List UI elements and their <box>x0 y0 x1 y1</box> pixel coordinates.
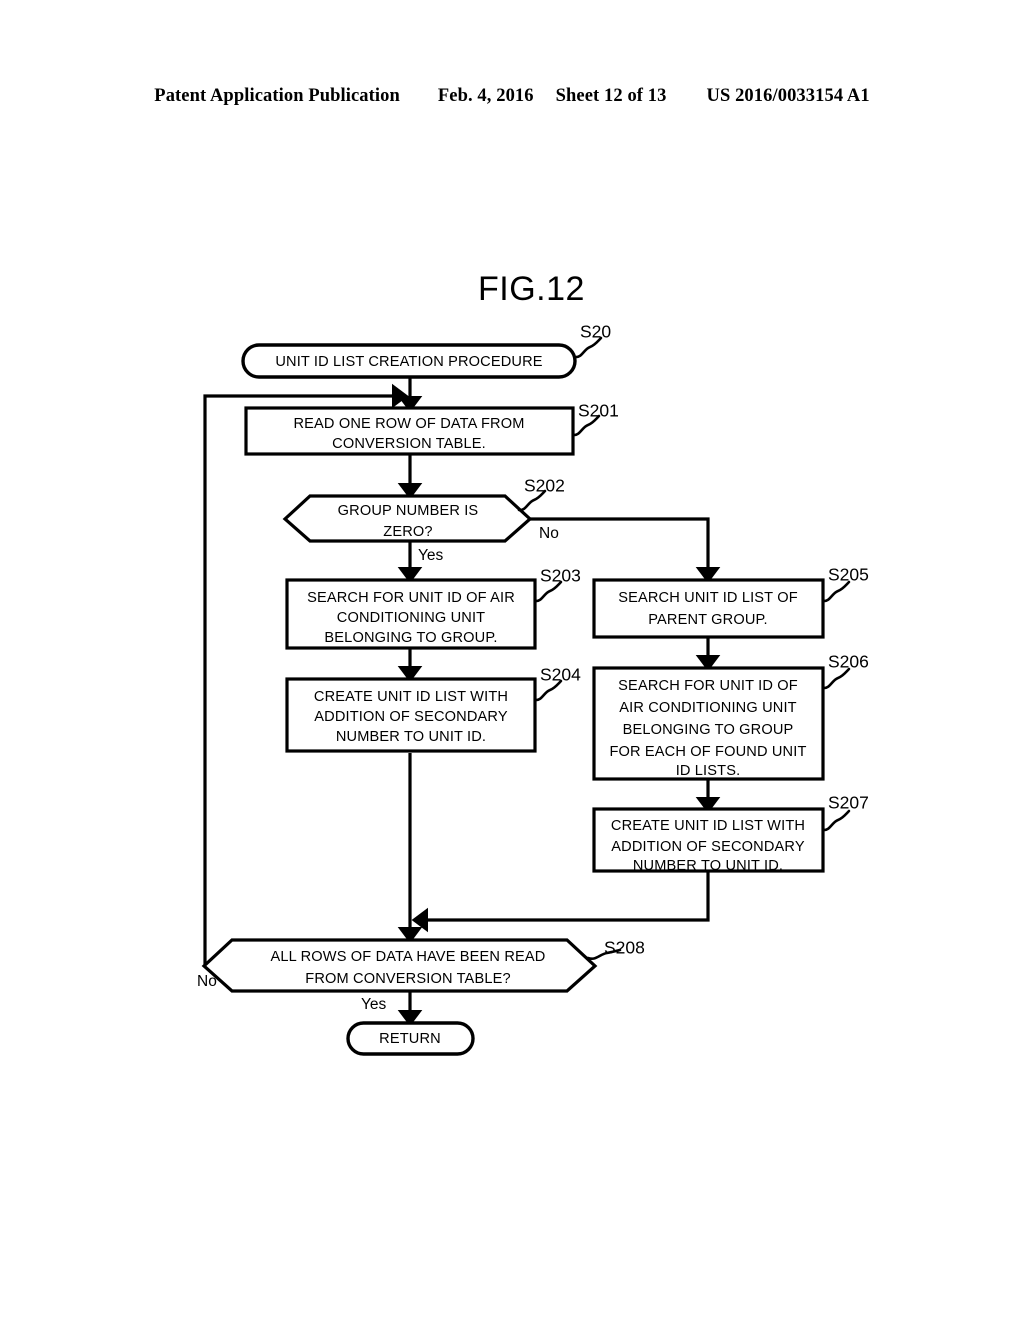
node-s207-leader-line <box>821 809 851 832</box>
node-s203-line-1: SEARCH FOR UNIT ID OF AIR <box>307 590 515 606</box>
node-s201-line-2: CONVERSION TABLE. <box>332 436 486 452</box>
node-s208-step-label: S208 <box>604 938 645 958</box>
patent-page: Patent Application Publication Feb. 4, 2… <box>0 0 1024 1320</box>
edge-s207-to-s208 <box>411 871 710 933</box>
node-s202-line-2: ZERO? <box>383 524 432 540</box>
node-s205[interactable]: SEARCH UNIT ID LIST OF PARENT GROUP. S20… <box>592 565 869 639</box>
node-s208[interactable]: ALL ROWS OF DATA HAVE BEEN READ FROM CON… <box>197 938 645 1013</box>
node-s20-step-label: S20 <box>580 322 611 342</box>
node-s20[interactable]: UNIT ID LIST CREATION PROCEDURE S20 <box>241 322 611 379</box>
node-s206-leader-line <box>821 667 851 690</box>
node-s203[interactable]: SEARCH FOR UNIT ID OF AIR CONDITIONING U… <box>285 566 581 650</box>
node-s206[interactable]: SEARCH FOR UNIT ID OF AIR CONDITIONING U… <box>592 652 869 781</box>
branch-label-s208-no: No <box>197 973 217 990</box>
node-s204-line-2: ADDITION OF SECONDARY <box>314 709 508 725</box>
node-s205-line-2: PARENT GROUP. <box>648 612 768 628</box>
node-s201[interactable]: READ ONE ROW OF DATA FROM CONVERSION TAB… <box>244 401 619 456</box>
flowchart-diagram: UNIT ID LIST CREATION PROCEDURE S20 READ… <box>197 322 869 1056</box>
node-s205-shape <box>592 578 825 639</box>
node-return[interactable]: RETURN <box>346 1021 475 1056</box>
node-s207[interactable]: CREATE UNIT ID LIST WITH ADDITION OF SEC… <box>592 793 869 874</box>
node-s206-line-3: BELONGING TO GROUP <box>623 722 794 738</box>
branch-label-s208-yes: Yes <box>361 996 387 1013</box>
node-s202-step-label: S202 <box>524 476 565 496</box>
node-s203-step-label: S203 <box>540 566 581 586</box>
node-s202[interactable]: GROUP NUMBER IS ZERO? S202 Yes No <box>282 476 565 564</box>
node-s201-step-label: S201 <box>578 401 619 421</box>
node-s208-line-1: ALL ROWS OF DATA HAVE BEEN READ <box>271 949 546 965</box>
node-s203-line-3: BELONGING TO GROUP. <box>324 630 497 646</box>
node-s207-step-label: S207 <box>828 793 869 813</box>
node-s20-line-1: UNIT ID LIST CREATION PROCEDURE <box>275 354 542 370</box>
node-s207-line-2: ADDITION OF SECONDARY <box>611 839 805 855</box>
node-s201-line-1: READ ONE ROW OF DATA FROM <box>293 416 524 432</box>
node-s205-line-1: SEARCH UNIT ID LIST OF <box>618 590 798 606</box>
node-s206-line-5: ID LISTS. <box>676 763 741 779</box>
node-s208-line-2: FROM CONVERSION TABLE? <box>305 971 511 987</box>
branch-label-s202-yes: Yes <box>418 547 444 564</box>
node-s204[interactable]: CREATE UNIT ID LIST WITH ADDITION OF SEC… <box>285 665 581 753</box>
node-s204-line-1: CREATE UNIT ID LIST WITH <box>314 689 508 705</box>
node-s207-line-3: NUMBER TO UNIT ID. <box>633 858 783 874</box>
node-s206-line-4: FOR EACH OF FOUND UNIT <box>609 744 806 760</box>
node-s204-step-label: S204 <box>540 665 581 685</box>
node-s206-line-1: SEARCH FOR UNIT ID OF <box>618 678 798 694</box>
node-s205-leader-line <box>821 580 851 603</box>
node-return-label: RETURN <box>379 1031 441 1047</box>
node-s204-line-3: NUMBER TO UNIT ID. <box>336 729 486 745</box>
node-s202-line-1: GROUP NUMBER IS <box>338 503 479 519</box>
node-s206-line-2: AIR CONDITIONING UNIT <box>619 700 796 716</box>
node-s203-line-2: CONDITIONING UNIT <box>337 610 485 626</box>
node-s206-step-label: S206 <box>828 652 869 672</box>
node-s207-line-1: CREATE UNIT ID LIST WITH <box>611 818 805 834</box>
node-s205-step-label: S205 <box>828 565 869 585</box>
branch-label-s202-no: No <box>539 525 559 542</box>
